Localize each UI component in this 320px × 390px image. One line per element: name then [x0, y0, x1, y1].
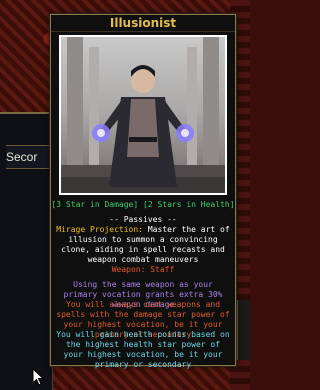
character-portrait — [59, 35, 227, 195]
mirage-projection-passive: Mirage Projection: Master the art of ill… — [55, 225, 231, 265]
mouse-pointer-icon — [32, 367, 45, 390]
left-panel-divider — [0, 112, 52, 114]
vocation-tooltip: Illusionist [3 Star in Damage] [2 Stars … — [50, 14, 236, 369]
star-ratings: [3 Star in Damage] [2 Stars in Health] — [51, 200, 235, 209]
tooltip-title: Illusionist — [51, 15, 235, 32]
passive-name: Mirage Projection: — [56, 225, 143, 234]
secondary-tab-label[interactable]: Secor — [6, 145, 52, 169]
illusionist-portrait-image — [61, 37, 225, 193]
passives-header: -- Passives -- — [109, 215, 177, 224]
right-edge-panel — [237, 300, 250, 360]
weapon-type: Weapon: Staff — [111, 265, 175, 274]
health-star-text: You will gain health points based on the… — [56, 330, 230, 369]
